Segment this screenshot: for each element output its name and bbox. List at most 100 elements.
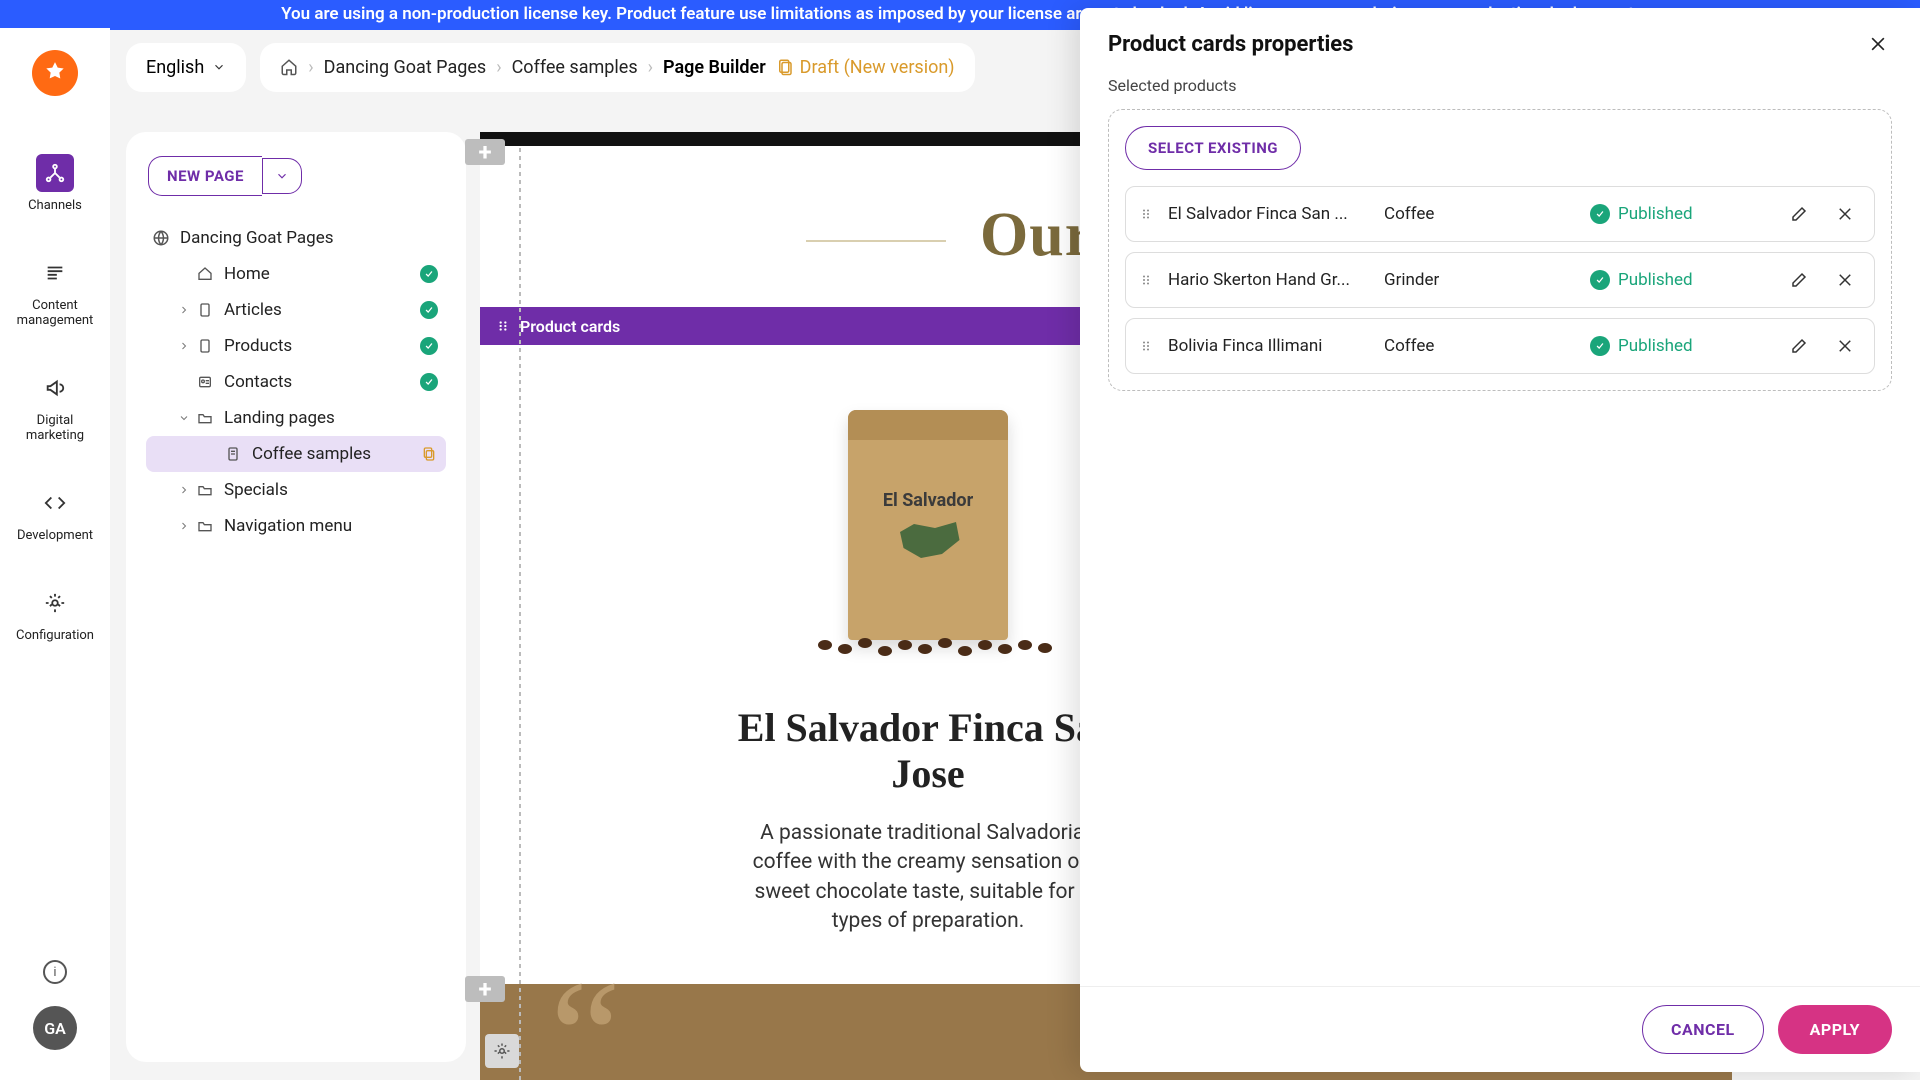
widget-label: Product cards [520, 317, 620, 336]
cancel-button[interactable]: CANCEL [1642, 1005, 1764, 1054]
tree-item-home[interactable]: Home [146, 256, 446, 292]
apply-button[interactable]: APPLY [1778, 1005, 1892, 1054]
tree-item-label: Home [224, 264, 270, 284]
nav-development-label: Development [17, 528, 93, 544]
vertical-nav: Channels Content management Digital mark… [0, 28, 110, 1080]
product-status: Published [1590, 336, 1768, 356]
breadcrumb-sep: › [308, 57, 313, 78]
new-page-button[interactable]: NEW PAGE [148, 156, 262, 196]
tree-item-label: Specials [224, 480, 288, 500]
breadcrumb-current: Page Builder [663, 57, 766, 78]
select-existing-button[interactable]: SELECT EXISTING [1125, 126, 1301, 170]
product-status: Published [1590, 270, 1768, 290]
product-card-desc: A passionate traditional Salvadorian cof… [733, 819, 1123, 937]
tree-item-contacts[interactable]: Contacts [146, 364, 446, 400]
tree-root[interactable]: Dancing Goat Pages [146, 220, 446, 256]
tree-item-label: Products [224, 336, 292, 356]
nav-content-management[interactable]: Content management [10, 244, 100, 339]
nav-content-label: Content management [10, 298, 100, 329]
remove-product-button[interactable] [1830, 331, 1860, 361]
breadcrumb-mid[interactable]: Coffee samples [512, 57, 638, 78]
folder-icon [194, 482, 216, 498]
close-panel-button[interactable] [1864, 30, 1892, 58]
close-icon [1836, 205, 1854, 223]
breadcrumb-status: Draft (New version) [776, 57, 955, 78]
status-published-icon [420, 373, 438, 391]
selected-products-box: SELECT EXISTING El Salvador Finca San ..… [1108, 109, 1892, 391]
tree-item-label: Articles [224, 300, 282, 320]
content-icon [36, 254, 74, 292]
app-logo[interactable] [32, 50, 78, 96]
breadcrumb-root[interactable]: Dancing Goat Pages [324, 57, 487, 78]
new-page-dropdown[interactable] [262, 158, 302, 194]
product-image: El Salvador [788, 385, 1068, 665]
product-row: Hario Skerton Hand Gr... Grinder Publish… [1125, 252, 1875, 308]
nav-channels[interactable]: Channels [10, 144, 100, 224]
tree-item-label: Coffee samples [252, 444, 371, 464]
remove-product-button[interactable] [1830, 199, 1860, 229]
pencil-icon [1790, 271, 1808, 289]
page-icon [222, 446, 244, 462]
panel-title: Product cards properties [1108, 32, 1353, 57]
home-icon[interactable] [280, 58, 298, 76]
edit-product-button[interactable] [1784, 265, 1814, 295]
add-section-button[interactable]: + [465, 976, 505, 1002]
section-settings-button[interactable] [485, 1034, 519, 1068]
nav-configuration[interactable]: Configuration [10, 574, 100, 654]
product-row: Bolivia Finca Illimani Coffee Published [1125, 318, 1875, 374]
expand-caret[interactable] [174, 340, 194, 352]
tree-item-products[interactable]: Products [146, 328, 446, 364]
drag-handle-icon[interactable] [496, 319, 510, 333]
page-tree-panel: NEW PAGE Dancing Goat Pages Home Article… [126, 132, 466, 1062]
close-icon [1868, 34, 1888, 54]
expand-caret[interactable] [174, 304, 194, 316]
user-avatar[interactable]: GA [33, 1006, 77, 1050]
breadcrumb-sep: › [496, 57, 501, 78]
page-icon [194, 338, 216, 354]
bag-label: El Salvador [848, 490, 1008, 511]
chevron-down-icon [212, 60, 226, 74]
product-status: Published [1590, 204, 1768, 224]
add-section-button[interactable]: + [465, 139, 505, 165]
panel-footer: CANCEL APPLY [1080, 986, 1920, 1072]
home-icon [194, 266, 216, 282]
language-selector[interactable]: English [126, 43, 246, 92]
status-published-icon [420, 265, 438, 283]
product-card-title: El Salvador Finca San Jose [733, 705, 1123, 797]
tree-item-navigation-menu[interactable]: Navigation menu [146, 508, 446, 544]
edit-product-button[interactable] [1784, 331, 1814, 361]
nav-digital-marketing[interactable]: Digital marketing [10, 359, 100, 454]
status-published-icon [420, 337, 438, 355]
selected-products-label: Selected products [1108, 76, 1892, 95]
tree-item-landing-pages[interactable]: Landing pages [146, 400, 446, 436]
product-card[interactable]: El Salvador El Salvador Finca San Jose A… [733, 385, 1123, 937]
breadcrumb-sep: › [648, 57, 653, 78]
tree-item-label: Landing pages [224, 408, 335, 428]
product-type: Grinder [1384, 270, 1574, 290]
product-row: El Salvador Finca San ... Coffee Publish… [1125, 186, 1875, 242]
tree-root-label: Dancing Goat Pages [180, 228, 334, 248]
breadcrumb: › Dancing Goat Pages › Coffee samples › … [260, 43, 974, 92]
collapse-caret[interactable] [174, 412, 194, 424]
tree-item-articles[interactable]: Articles [146, 292, 446, 328]
expand-caret[interactable] [174, 520, 194, 532]
configuration-icon [36, 584, 74, 622]
status-published-icon [1590, 204, 1610, 224]
chevron-down-icon [275, 169, 289, 183]
drag-handle-icon[interactable] [1140, 272, 1152, 288]
site-icon [150, 229, 172, 247]
tree-item-specials[interactable]: Specials [146, 472, 446, 508]
nav-marketing-label: Digital marketing [10, 413, 100, 444]
product-type: Coffee [1384, 336, 1574, 356]
edit-product-button[interactable] [1784, 199, 1814, 229]
tree-item-label: Contacts [224, 372, 292, 392]
nav-development[interactable]: Development [10, 474, 100, 554]
info-button[interactable]: i [43, 960, 67, 984]
remove-product-button[interactable] [1830, 265, 1860, 295]
tree-item-coffee-samples[interactable]: Coffee samples [146, 436, 446, 472]
status-published-icon [1590, 270, 1610, 290]
drag-handle-icon[interactable] [1140, 206, 1152, 222]
expand-caret[interactable] [174, 484, 194, 496]
nav-channels-label: Channels [28, 198, 82, 214]
drag-handle-icon[interactable] [1140, 338, 1152, 354]
